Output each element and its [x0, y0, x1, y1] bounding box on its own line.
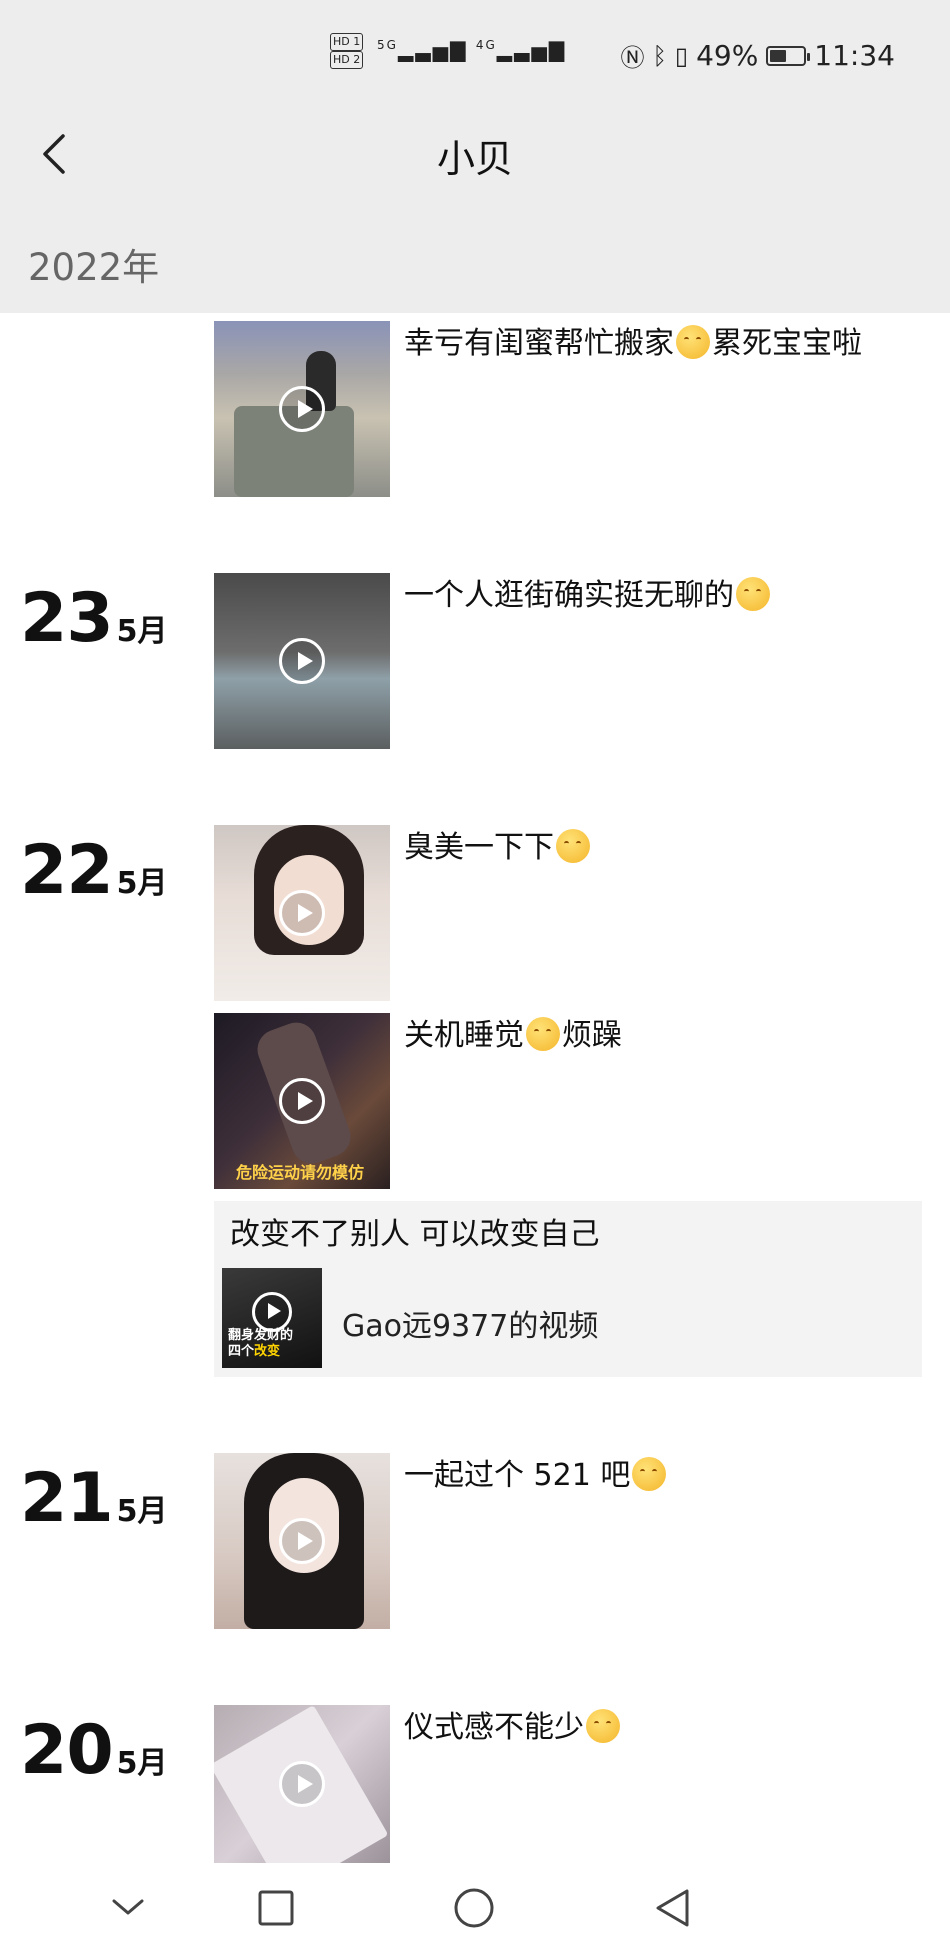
thumbnail-warning-text: 危险运动请勿模仿 [236, 1163, 365, 1182]
post-date: 20 5月 [20, 1717, 168, 1785]
status-bar: HD 1 HD 2 5G▂▃▅▇ 4G▂▃▅▇ Ⓝ ᛒ ▯ 49% 11:34 [0, 0, 950, 110]
share-thumbnail[interactable]: 翻身发财的 四个改变 [222, 1268, 322, 1368]
nav-collapse-button[interactable] [98, 1883, 158, 1933]
date-month: 5月 [116, 1746, 168, 1781]
caption-text: 一个人逛街确实挺无聊的 [404, 578, 734, 613]
square-recent-icon [258, 1890, 294, 1926]
video-thumbnail[interactable] [214, 573, 390, 749]
moments-feed[interactable]: 幸亏有闺蜜帮忙搬家 累死宝宝啦 23 5月 一个人逛街确实挺无聊的 22 5月 臭… [0, 313, 950, 1863]
emoji-icon [676, 325, 710, 359]
clock: 11:34 [814, 39, 895, 72]
video-thumbnail[interactable]: 危险运动请勿模仿 [214, 1013, 390, 1189]
signal-icon: ▂▃▅▇ [397, 38, 468, 62]
page-title: 小贝 [436, 137, 513, 181]
sim2-label: HD 2 [330, 51, 364, 69]
battery-fill [770, 49, 786, 62]
play-icon [279, 890, 325, 936]
post-caption[interactable]: 一起过个 521 吧 [404, 1455, 668, 1497]
date-month: 5月 [116, 866, 168, 901]
date-month: 5月 [116, 614, 168, 649]
nav-home-button[interactable] [444, 1883, 504, 1933]
emoji-icon [556, 829, 590, 863]
system-nav-bar [0, 1863, 950, 1959]
chevron-down-icon [112, 1899, 144, 1915]
nav-recent-button[interactable] [246, 1883, 306, 1933]
status-right: Ⓝ ᛒ ▯ 49% 11:34 [620, 38, 895, 73]
post-date: 22 5月 [20, 837, 168, 905]
video-thumbnail[interactable] [214, 321, 390, 497]
post-date: 21 5月 [20, 1465, 168, 1533]
play-icon [252, 1292, 292, 1332]
caption-text: 关机睡觉 [404, 1018, 524, 1053]
net1-label: 5G [377, 38, 398, 52]
share-thumb-line2a: 四个 [228, 1344, 255, 1359]
caption-text-2: 累死宝宝啦 [712, 326, 862, 361]
post-date: 23 5月 [20, 585, 168, 653]
caption-text: 仪式感不能少 [404, 1710, 584, 1745]
caption-text: 幸亏有闺蜜帮忙搬家 [404, 326, 674, 361]
share-thumb-line2b: 改变 [254, 1344, 281, 1359]
nfc-icon: Ⓝ [620, 44, 645, 72]
year-header: 2022年 [0, 203, 950, 313]
sim-indicators: HD 1 HD 2 [330, 33, 366, 69]
nav-bar: 小贝 [0, 110, 950, 203]
vibrate-icon: ▯ [674, 41, 689, 70]
share-thumbnail-text: 翻身发财的 四个改变 [228, 1328, 293, 1360]
share-text: 改变不了别人 可以改变自己 [230, 1217, 600, 1252]
triangle-back-icon [656, 1889, 689, 1927]
post-caption[interactable]: 一个人逛街确实挺无聊的 [404, 575, 772, 617]
share-title: Gao远9377的视频 [342, 1309, 599, 1344]
circle-home-icon [454, 1888, 494, 1928]
sim1-label: HD 1 [330, 33, 364, 51]
date-day: 23 [20, 579, 114, 658]
shared-video-card[interactable]: 改变不了别人 可以改变自己 翻身发财的 四个改变 Gao远9377的视频 [214, 1201, 922, 1377]
battery-icon [766, 45, 811, 66]
video-thumbnail[interactable] [214, 1453, 390, 1629]
post-caption[interactable]: 臭美一下下 [404, 827, 592, 869]
play-icon [279, 386, 325, 432]
play-icon [279, 1518, 325, 1564]
emoji-icon [526, 1017, 560, 1051]
caption-text-2: 烦躁 [562, 1018, 622, 1053]
date-day: 20 [20, 1711, 114, 1790]
share-thumb-line1: 翻身发财的 [228, 1328, 294, 1343]
post-caption[interactable]: 幸亏有闺蜜帮忙搬家 累死宝宝啦 [404, 323, 862, 365]
date-day: 21 [20, 1459, 114, 1538]
battery-percent: 49% [696, 39, 759, 72]
nav-back-button[interactable] [642, 1883, 702, 1933]
emoji-icon [736, 577, 770, 611]
post-caption[interactable]: 仪式感不能少 [404, 1707, 622, 1749]
caption-text: 臭美一下下 [404, 830, 554, 865]
signal-icon-2: ▂▃▅▇ [496, 38, 567, 62]
date-day: 22 [20, 831, 114, 910]
play-icon [279, 638, 325, 684]
date-month: 5月 [116, 1494, 168, 1529]
emoji-icon [586, 1709, 620, 1743]
caption-text: 一起过个 521 吧 [404, 1458, 631, 1493]
post-caption[interactable]: 关机睡觉 烦躁 [404, 1015, 622, 1057]
play-icon [279, 1078, 325, 1124]
video-thumbnail[interactable] [214, 825, 390, 1001]
bluetooth-icon: ᛒ [652, 41, 667, 70]
signal-icons: 5G▂▃▅▇ 4G▂▃▅▇ [377, 38, 566, 62]
emoji-icon [632, 1457, 667, 1491]
year-label: 2022年 [28, 246, 160, 289]
net2-label: 4G [475, 38, 497, 52]
play-icon [279, 1761, 325, 1807]
video-thumbnail[interactable] [214, 1705, 390, 1863]
